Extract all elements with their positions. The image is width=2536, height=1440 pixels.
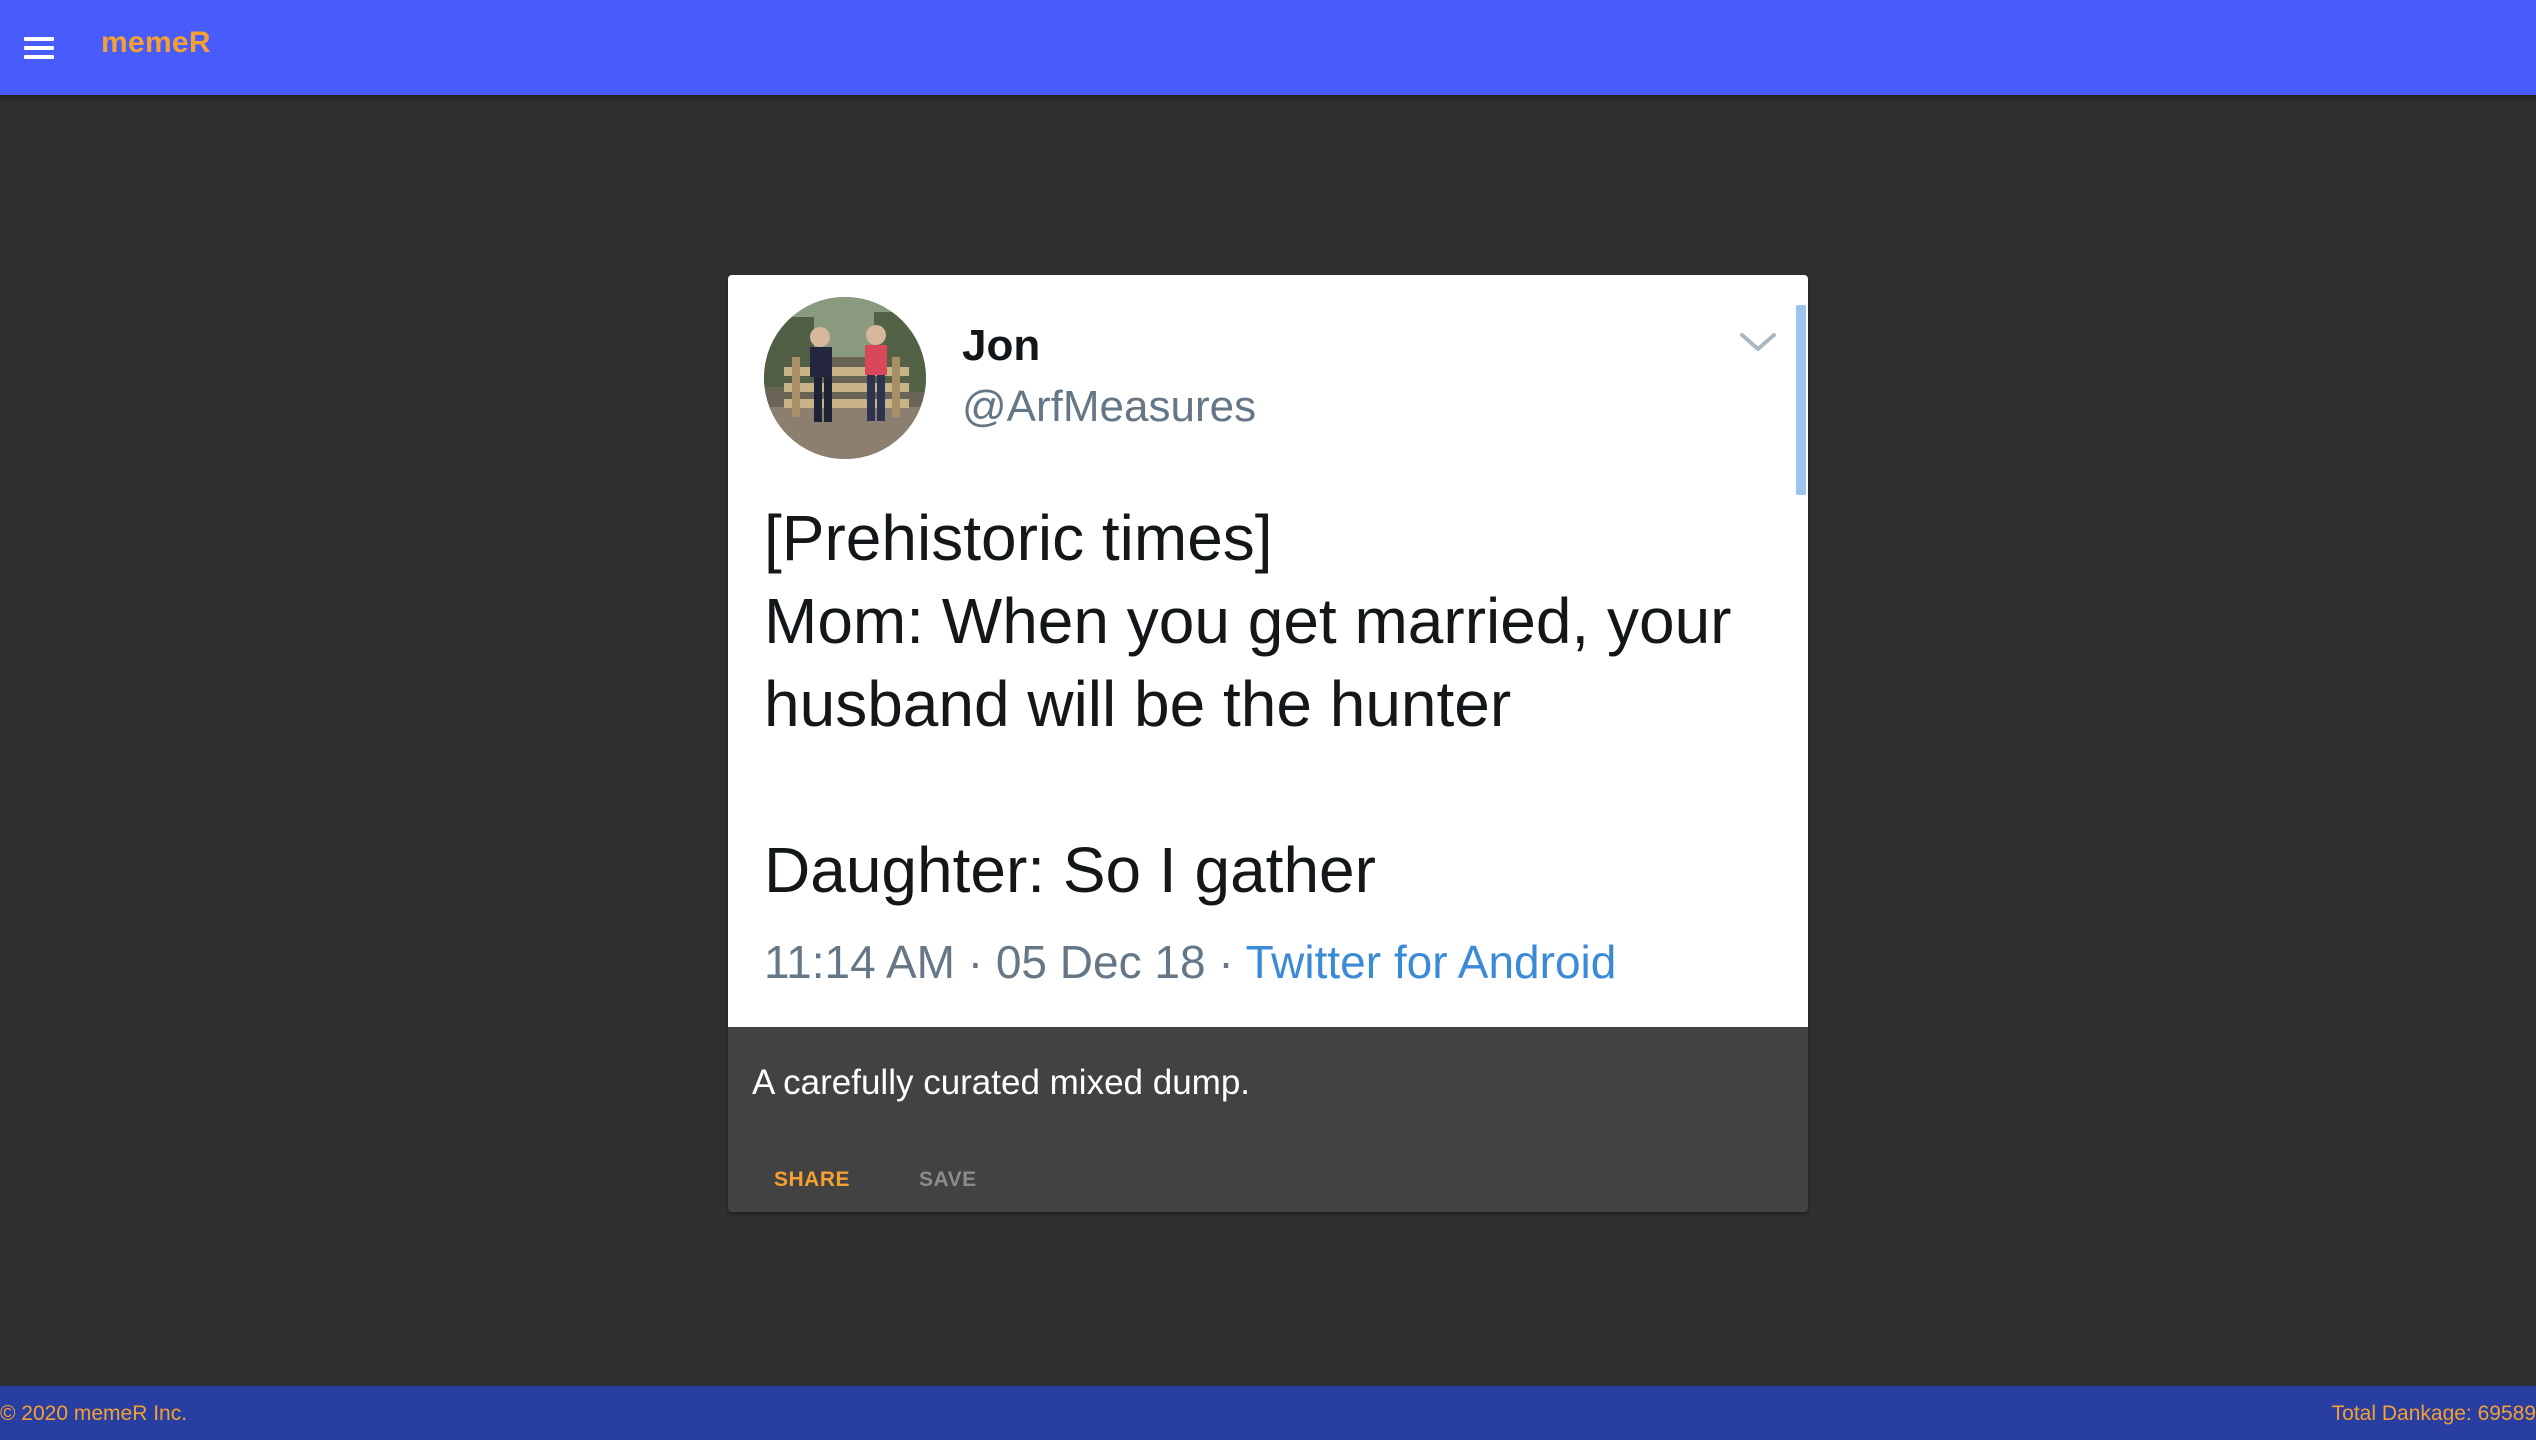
- chevron-down-icon: [1738, 327, 1778, 357]
- tweet-text-line: husband will be the hunter: [764, 668, 1512, 740]
- meme-image[interactable]: Jon @ArfMeasures [Prehistoric times] Mom…: [728, 275, 1808, 1027]
- meme-caption: A carefully curated mixed dump.: [752, 1063, 1251, 1102]
- avatar: [764, 297, 926, 459]
- tweet-text-line: Daughter: So I gather: [764, 834, 1376, 906]
- app-title[interactable]: memeR: [101, 26, 211, 60]
- hamburger-menu-icon[interactable]: [24, 37, 54, 59]
- tweet-text-line: [Prehistoric times]: [764, 502, 1273, 574]
- footer: © 2020 memeR Inc. Total Dankage: 69589: [0, 1386, 2536, 1440]
- save-button[interactable]: SAVE: [895, 1155, 1001, 1205]
- tweet-date: 05 Dec 18: [995, 936, 1206, 988]
- tweet-author-handle: @ArfMeasures: [962, 382, 1257, 431]
- tweet-time: 11:14 AM: [764, 936, 955, 988]
- tweet-meta: 11:14 AM · 05 Dec 18 · Twitter for Andro…: [764, 935, 1616, 989]
- tweet-author-name: Jon: [962, 321, 1041, 370]
- meta-separator: ·: [1205, 936, 1246, 988]
- meme-card: Jon @ArfMeasures [Prehistoric times] Mom…: [728, 275, 1808, 1212]
- app-bar: memeR: [0, 0, 2536, 95]
- tweet-source: Twitter for Android: [1245, 936, 1617, 988]
- total-dankage: Total Dankage: 69589: [2331, 1402, 2536, 1425]
- tweet-text: [Prehistoric times] Mom: When you get ma…: [764, 497, 1774, 912]
- tweet-text-line: Mom: When you get married, your: [764, 585, 1732, 657]
- share-button[interactable]: SHARE: [750, 1155, 874, 1205]
- tweet-text-line: [764, 746, 1774, 829]
- meta-separator: ·: [954, 936, 996, 988]
- copyright-text: © 2020 memeR Inc.: [0, 1402, 188, 1425]
- scrollbar-thumb: [1796, 305, 1806, 495]
